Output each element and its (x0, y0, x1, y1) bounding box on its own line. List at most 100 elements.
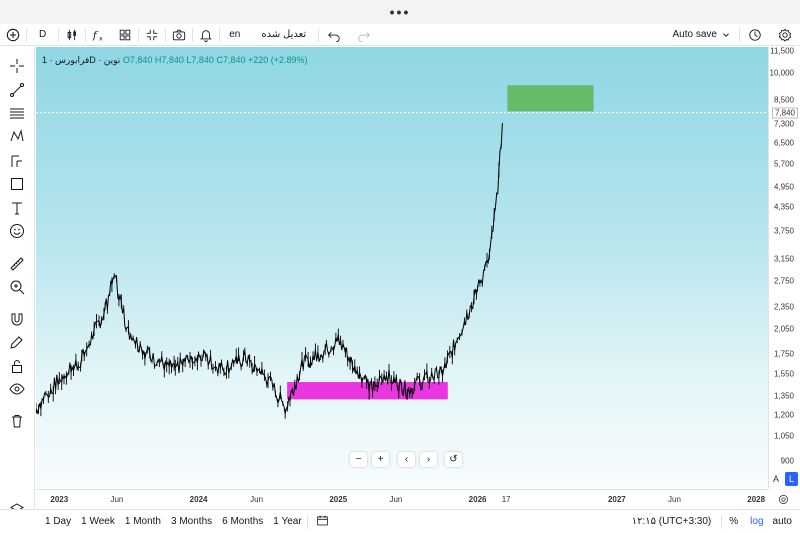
magnet-tool[interactable] (8, 310, 26, 328)
legend-high: H7,840 (154, 55, 184, 65)
autosave-label: Auto save (672, 29, 717, 40)
zoom-in-button[interactable]: + (372, 452, 389, 467)
rectangle-icon (11, 178, 23, 190)
price-axis[interactable]: 11,500 10,000 8,500 7,300 6,500 5,700 4,950 4,3… (768, 47, 800, 489)
range-1year[interactable]: 1 Year (268, 516, 306, 527)
price-label: 3,750 (773, 226, 794, 236)
snapshot-button[interactable] (166, 24, 192, 46)
adjust-button[interactable]: تعدیل شده (249, 24, 318, 46)
grid-layout-icon (119, 29, 131, 40)
time-label: 2027 (607, 495, 626, 504)
layouts-button[interactable] (112, 24, 138, 46)
text-tool[interactable] (8, 199, 26, 217)
pencil-lock-icon (10, 336, 23, 349)
scroll-left-button[interactable]: ‹ (398, 452, 415, 467)
legend-open: O7,840 (122, 55, 153, 65)
chart-type-button[interactable] (59, 24, 85, 46)
range-1week[interactable]: 1 Week (76, 516, 120, 527)
range-1day[interactable]: 1 Day (40, 516, 76, 527)
top-toolbar: D fx en تعدیل شده Auto save (0, 24, 800, 46)
price-label: 2,350 (773, 302, 794, 312)
buy-zone-rectangle[interactable] (287, 382, 448, 400)
time-label: 2025 (329, 495, 348, 504)
text-icon (12, 202, 22, 215)
svg-text:x: x (99, 35, 103, 42)
fullscreen-button[interactable] (139, 24, 165, 46)
zoom-tool[interactable] (8, 278, 26, 296)
scroll-right-button[interactable]: › (420, 452, 437, 467)
replay-button[interactable] (740, 24, 770, 46)
range-1month[interactable]: 1 Month (120, 516, 166, 527)
time-label: Jun (668, 495, 681, 504)
legend-change: +220 (+2.89%) (248, 55, 308, 65)
drawing-toolbar (0, 47, 35, 518)
redo-icon (358, 31, 371, 42)
legend-close: C7,840 (216, 55, 246, 65)
hide-tool[interactable] (8, 380, 26, 398)
bell-icon (200, 29, 213, 42)
price-label: 3,150 (773, 254, 794, 264)
price-label: 900 (780, 456, 794, 466)
auto-scale-button[interactable]: A (769, 472, 783, 486)
projection-tool[interactable] (8, 151, 26, 169)
time-axis-settings-button[interactable] (775, 492, 791, 506)
auto-toggle[interactable]: auto (769, 516, 800, 527)
add-symbol-button[interactable] (0, 24, 26, 46)
remove-tool[interactable] (8, 412, 26, 430)
log-scale-button[interactable]: L (785, 472, 798, 486)
svg-text:f: f (92, 29, 99, 41)
price-label: 1,750 (773, 349, 794, 359)
autosave-button[interactable]: Auto save (665, 24, 739, 46)
time-label: 17 (501, 495, 511, 504)
target-zone-rectangle[interactable] (507, 85, 594, 112)
percent-toggle[interactable]: % (722, 516, 745, 527)
crosshair-icon (10, 59, 24, 73)
parallel-lines-icon (10, 108, 24, 119)
timezone-button[interactable]: ۱۲:۱۵ (UTC+3:30) (622, 516, 722, 527)
crosshair-tool[interactable] (8, 57, 26, 75)
interval-button[interactable]: D (27, 24, 58, 46)
trendline-tool[interactable] (8, 81, 26, 99)
stay-in-draw-tool[interactable] (8, 333, 26, 351)
price-label: 4,950 (773, 182, 794, 192)
trash-icon (12, 415, 22, 428)
goto-date-button[interactable] (308, 514, 337, 530)
eye-icon (9, 383, 25, 395)
reset-chart-button[interactable]: ↺ (445, 452, 462, 467)
range-6months[interactable]: 6 Months (217, 516, 268, 527)
fib-tool[interactable] (8, 104, 26, 122)
more-options-icon[interactable]: ••• (390, 4, 411, 20)
price-chart[interactable] (36, 47, 768, 489)
lock-tool[interactable] (8, 357, 26, 375)
emoji-tool[interactable] (8, 222, 26, 240)
price-label: 2,750 (773, 276, 794, 286)
indicators-button[interactable]: fx (86, 24, 112, 46)
pattern-tool[interactable] (8, 127, 26, 145)
clock-icon (749, 28, 761, 41)
time-label: Jun (250, 495, 264, 504)
time-axis[interactable]: 2023 Jun 2024 Jun 2025 Jun 2026 17 2027 Jun 2028 (36, 489, 768, 509)
shape-tool[interactable] (8, 175, 26, 193)
price-label: 11,500 (770, 46, 794, 56)
trendline-icon (10, 83, 24, 97)
chart-pane[interactable] (36, 47, 768, 489)
language-button[interactable]: en (220, 24, 249, 46)
zoom-out-button[interactable]: − (350, 452, 367, 467)
range-3months[interactable]: 3 Months (166, 516, 217, 527)
projection-icon (11, 155, 22, 167)
redo-button[interactable] (349, 24, 379, 46)
calendar-icon (316, 515, 328, 525)
settings-button[interactable] (770, 24, 800, 46)
undo-button[interactable] (319, 24, 349, 46)
price-series-line (36, 122, 503, 415)
fx-icon: fx (92, 29, 103, 42)
gear-icon (778, 494, 788, 504)
price-label: 5,700 (773, 159, 794, 169)
log-toggle[interactable]: log (745, 516, 768, 527)
bottom-toolbar: 1 Day 1 Week 1 Month 3 Months 6 Months 1… (0, 509, 800, 533)
price-label: 8,500 (773, 95, 794, 105)
measure-tool[interactable] (8, 255, 26, 273)
symbol-name[interactable]: فرابورس · 1D · نوین (42, 55, 120, 65)
time-label: Jun (110, 495, 124, 504)
alerts-button[interactable] (193, 24, 219, 46)
